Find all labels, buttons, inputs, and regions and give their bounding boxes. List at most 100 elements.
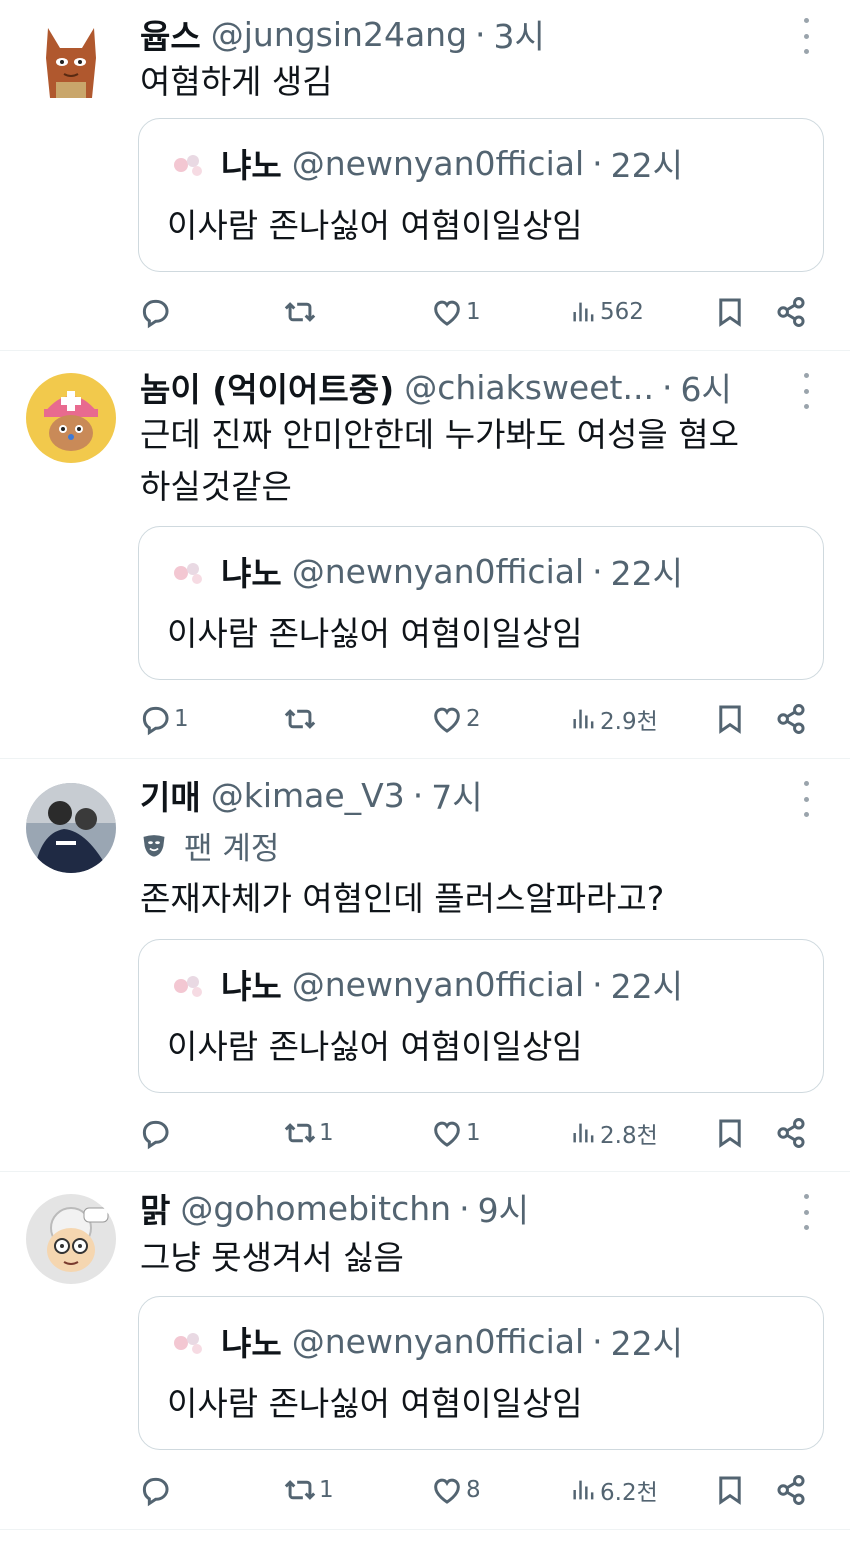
views-button[interactable]: 2.8천 xyxy=(570,1111,658,1155)
timestamp[interactable]: 7시 xyxy=(431,773,482,817)
tweet-text: 존재자체가 여혐인데 플러스알파라고? xyxy=(140,879,665,918)
tweet-header: 놈이 (억이어트중) @chiaksweet... · 6시 xyxy=(140,365,760,410)
user-handle[interactable]: @gohomebitchn xyxy=(180,1189,451,1228)
more-icon[interactable] xyxy=(800,373,812,409)
quote-header: 냐노 @newnyan0fficial · 22시 xyxy=(221,549,683,594)
tweet-header: 윱스 @jungsin24ang · 3시 xyxy=(140,12,788,57)
quote-timestamp: 22시 xyxy=(610,1324,683,1363)
reply-button[interactable]: 1 xyxy=(138,697,189,741)
tweet-text: 그냥 못생겨서 싫음 xyxy=(140,1238,404,1277)
display-name[interactable]: 기매 xyxy=(140,773,201,817)
reply-button[interactable] xyxy=(138,1468,174,1512)
quote-timestamp: 22시 xyxy=(610,967,683,1006)
share-button[interactable] xyxy=(774,697,808,741)
separator-dot: · xyxy=(661,367,673,407)
heart-icon xyxy=(434,1121,460,1147)
avatar[interactable] xyxy=(26,1194,116,1284)
quote-user-handle: @newnyan0fficial xyxy=(291,551,585,591)
tweet-header: 기매 @kimae_V3 · 7시 xyxy=(140,773,788,818)
action-bar: 1 1 2.8천 xyxy=(0,1111,850,1155)
retweet-button[interactable] xyxy=(283,697,319,741)
views-button[interactable]: 6.2천 xyxy=(570,1468,658,1512)
like-button[interactable]: 1 xyxy=(430,290,481,334)
retweet-button[interactable]: 1 xyxy=(283,1468,334,1512)
like-count: 2 xyxy=(466,706,481,732)
reply-tweet[interactable]: 맑 @gohomebitchn · 9시 그냥 못생겨서 싫음 냐노 @newn… xyxy=(0,1172,850,1530)
share-icon xyxy=(777,1475,805,1505)
separator-dot: · xyxy=(475,14,486,54)
display-name[interactable]: 맑 xyxy=(140,1186,170,1230)
more-icon[interactable] xyxy=(800,18,812,54)
quote-avatar xyxy=(174,1333,202,1354)
like-count: 1 xyxy=(466,1120,481,1146)
tweet-header: 맑 @gohomebitchn · 9시 xyxy=(140,1186,788,1231)
quoted-tweet[interactable]: 냐노 @newnyan0fficial · 22시 이사람 존나싫어 여혐이일상… xyxy=(138,118,824,272)
separator-dot: · xyxy=(592,1321,603,1361)
user-handle[interactable]: @jungsin24ang xyxy=(211,15,467,54)
separator-dot: · xyxy=(412,775,424,815)
reply-button[interactable] xyxy=(138,1111,174,1155)
more-icon[interactable] xyxy=(800,781,812,817)
retweet-icon xyxy=(284,709,316,729)
retweet-count: 1 xyxy=(319,1120,334,1146)
bookmark-icon xyxy=(719,705,741,734)
quote-avatar xyxy=(174,155,202,176)
bookmark-button[interactable] xyxy=(713,1468,747,1512)
retweet-icon xyxy=(284,302,316,322)
timestamp[interactable]: 3시 xyxy=(494,12,545,56)
reply-button[interactable] xyxy=(138,290,174,334)
avatar[interactable] xyxy=(26,18,116,108)
quoted-tweet[interactable]: 냐노 @newnyan0fficial · 22시 이사람 존나싫어 여혐이일상… xyxy=(138,1296,824,1450)
quoted-tweet[interactable]: 냐노 @newnyan0fficial · 22시 이사람 존나싫어 여혐이일상… xyxy=(138,939,824,1093)
views-icon xyxy=(573,709,594,729)
like-button[interactable]: 8 xyxy=(430,1468,481,1512)
timestamp[interactable]: 9시 xyxy=(478,1186,529,1230)
like-button[interactable]: 2 xyxy=(430,697,481,741)
reply-tweet[interactable]: 윱스 @jungsin24ang · 3시 여혐하게 생김 냐노 @newnya… xyxy=(0,0,850,351)
share-button[interactable] xyxy=(774,290,808,334)
display-name[interactable]: 놈이 (억이어트중) xyxy=(140,365,394,409)
bookmark-icon xyxy=(719,298,741,327)
quoted-tweet[interactable]: 냐노 @newnyan0fficial · 22시 이사람 존나싫어 여혐이일상… xyxy=(138,526,824,680)
views-icon xyxy=(573,1123,594,1143)
user-handle[interactable]: @chiaksweet... xyxy=(404,368,654,407)
user-handle[interactable]: @kimae_V3 xyxy=(211,776,405,815)
views-button[interactable]: 562 xyxy=(570,290,644,334)
share-button[interactable] xyxy=(774,1111,808,1155)
view-count: 2.8천 xyxy=(600,1123,658,1149)
theater-mask-icon xyxy=(143,835,165,857)
action-bar: 1 562 xyxy=(0,290,850,334)
views-button[interactable]: 2.9천 xyxy=(570,697,658,741)
quote-avatar xyxy=(174,563,202,584)
reply-tweet[interactable]: 기매 @kimae_V3 · 7시 팬 계정 존재자체가 여혐인데 플러스알파라… xyxy=(0,759,850,1172)
more-icon[interactable] xyxy=(800,1194,812,1230)
avatar[interactable] xyxy=(26,783,116,873)
retweet-icon xyxy=(284,1123,316,1143)
avatar[interactable] xyxy=(26,373,116,463)
bookmark-button[interactable] xyxy=(713,1111,747,1155)
heart-icon xyxy=(434,300,460,326)
bookmark-button[interactable] xyxy=(713,290,747,334)
reply-icon xyxy=(142,299,169,329)
brown-fox-avatar-image xyxy=(26,18,116,108)
retweet-button[interactable]: 1 xyxy=(283,1111,334,1155)
quote-text: 이사람 존나싫어 여혐이일상임 xyxy=(167,206,583,245)
reply-icon xyxy=(142,706,169,736)
bookmark-button[interactable] xyxy=(713,697,747,741)
grandma-cartoon-avatar-image xyxy=(26,1194,116,1284)
reply-tweet[interactable]: 놈이 (억이어트중) @chiaksweet... · 6시 근데 진짜 안미안… xyxy=(0,351,850,759)
share-button[interactable] xyxy=(774,1468,808,1512)
views-icon xyxy=(573,1480,594,1500)
quote-header: 냐노 @newnyan0fficial · 22시 xyxy=(221,141,683,186)
action-bar: 1 8 6.2천 xyxy=(0,1468,850,1512)
quote-user-handle: @newnyan0fficial xyxy=(291,143,585,183)
retweet-button[interactable] xyxy=(283,290,319,334)
like-count: 1 xyxy=(466,299,481,325)
quote-text: 이사람 존나싫어 여혐이일상임 xyxy=(167,1027,583,1066)
quote-header: 냐노 @newnyan0fficial · 22시 xyxy=(221,1319,683,1364)
quote-display-name: 냐노 xyxy=(221,146,282,185)
like-button[interactable]: 1 xyxy=(430,1111,481,1155)
display-name[interactable]: 윱스 xyxy=(140,12,201,56)
quote-user-handle: @newnyan0fficial xyxy=(291,964,585,1004)
timestamp[interactable]: 6시 xyxy=(680,365,731,409)
